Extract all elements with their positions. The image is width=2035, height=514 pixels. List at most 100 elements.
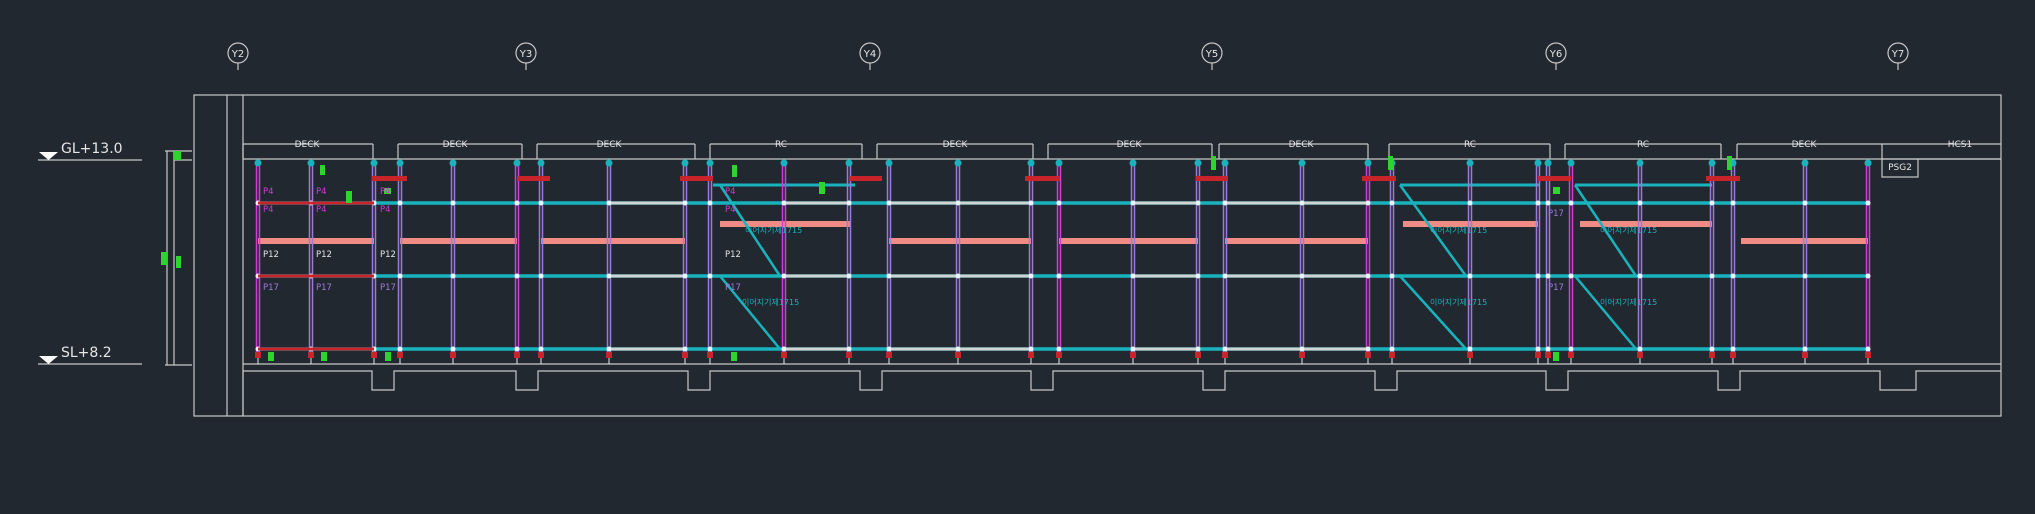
post-head — [1466, 159, 1474, 167]
post-node — [514, 200, 520, 206]
head-beam — [1025, 176, 1060, 181]
post-node — [1056, 200, 1062, 206]
post-node — [1028, 200, 1034, 206]
brace-label: 이어지기제1715 — [742, 297, 799, 307]
post-node — [1130, 273, 1136, 279]
post-node — [450, 346, 456, 352]
post-node — [781, 346, 787, 352]
post-node — [955, 200, 961, 206]
post-head — [605, 159, 613, 167]
head-beam — [680, 176, 713, 181]
post-node — [1467, 200, 1473, 206]
post-node — [1195, 346, 1201, 352]
post-label-p12: P12 — [725, 250, 741, 260]
post-base — [1709, 352, 1715, 358]
green-marker — [731, 352, 737, 361]
bay-label: DECK — [1792, 140, 1818, 150]
post-base — [707, 352, 713, 358]
post-head — [1129, 159, 1137, 167]
post-base — [1195, 352, 1201, 358]
post-label-p12: P12 — [263, 250, 279, 260]
post-label-p17: P17 — [1548, 283, 1564, 293]
post-node — [846, 346, 852, 352]
post-head — [1544, 159, 1552, 167]
green-marker — [320, 165, 325, 175]
post-node — [1467, 273, 1473, 279]
post-node — [1365, 200, 1371, 206]
post-node — [514, 346, 520, 352]
green-marker — [1553, 187, 1560, 194]
post-base — [1802, 352, 1808, 358]
post-head — [1567, 159, 1575, 167]
post-head — [885, 159, 893, 167]
post-base — [846, 352, 852, 358]
post-label-p4: P4 — [380, 205, 391, 215]
post-base — [397, 352, 403, 358]
post-base — [1865, 352, 1871, 358]
post-node — [1222, 273, 1228, 279]
bay-label: RC — [775, 140, 787, 150]
brace-label: 이어지기제1715 — [1600, 225, 1657, 235]
green-marker — [1553, 352, 1559, 361]
post-base — [781, 352, 787, 358]
post-node — [1535, 273, 1541, 279]
post-node — [538, 200, 544, 206]
bay-label: DECK — [1289, 140, 1315, 150]
post-node — [397, 200, 403, 206]
head-beam — [372, 176, 407, 181]
green-marker — [346, 191, 352, 203]
post-base — [1222, 352, 1228, 358]
post-node — [1130, 200, 1136, 206]
post-head — [1027, 159, 1035, 167]
post-head — [1801, 159, 1809, 167]
bay-label: DECK — [1117, 140, 1143, 150]
post-head — [254, 159, 262, 167]
post-head — [1194, 159, 1202, 167]
post-node — [1195, 273, 1201, 279]
post-label-p4: P4 — [725, 205, 736, 215]
post-node — [514, 273, 520, 279]
post-node — [781, 200, 787, 206]
post-node — [538, 346, 544, 352]
post-node — [1365, 273, 1371, 279]
forming-beam — [1225, 238, 1368, 244]
post-base — [450, 352, 456, 358]
green-marker — [268, 352, 274, 361]
post-node — [1535, 200, 1541, 206]
post-node — [1802, 273, 1808, 279]
post-node — [1568, 273, 1574, 279]
post-base — [255, 352, 261, 358]
head-beam — [1706, 176, 1740, 181]
post-base — [1535, 352, 1541, 358]
post-node — [1865, 273, 1871, 279]
post-base — [886, 352, 892, 358]
post-node — [1130, 346, 1136, 352]
forming-beam — [1059, 238, 1198, 244]
post-node — [682, 273, 688, 279]
post-node — [1637, 346, 1643, 352]
post-node — [955, 346, 961, 352]
post-node — [886, 346, 892, 352]
post-label-p4: P4 — [316, 205, 327, 215]
post-base — [606, 352, 612, 358]
dimension-marker — [174, 151, 181, 160]
post-node — [1865, 346, 1871, 352]
post-head — [449, 159, 457, 167]
post-node — [397, 346, 403, 352]
post-node — [1389, 200, 1395, 206]
post-node — [1056, 273, 1062, 279]
post-base — [514, 352, 520, 358]
drawing-background — [0, 0, 2035, 514]
post-node — [1222, 200, 1228, 206]
post-base — [1389, 352, 1395, 358]
post-node — [1195, 200, 1201, 206]
elevation-drawing: GL+13.0 SL+8.2 Y2 Y3 Y4 Y5 Y6 Y7 DECK DECK DECK… — [0, 0, 2035, 514]
post-node — [1730, 346, 1736, 352]
post-base — [1130, 352, 1136, 358]
post-node — [1802, 200, 1808, 206]
post-node — [1389, 273, 1395, 279]
post-head — [513, 159, 521, 167]
post-node — [606, 346, 612, 352]
post-label-p12: P12 — [380, 250, 396, 260]
post-node — [846, 273, 852, 279]
